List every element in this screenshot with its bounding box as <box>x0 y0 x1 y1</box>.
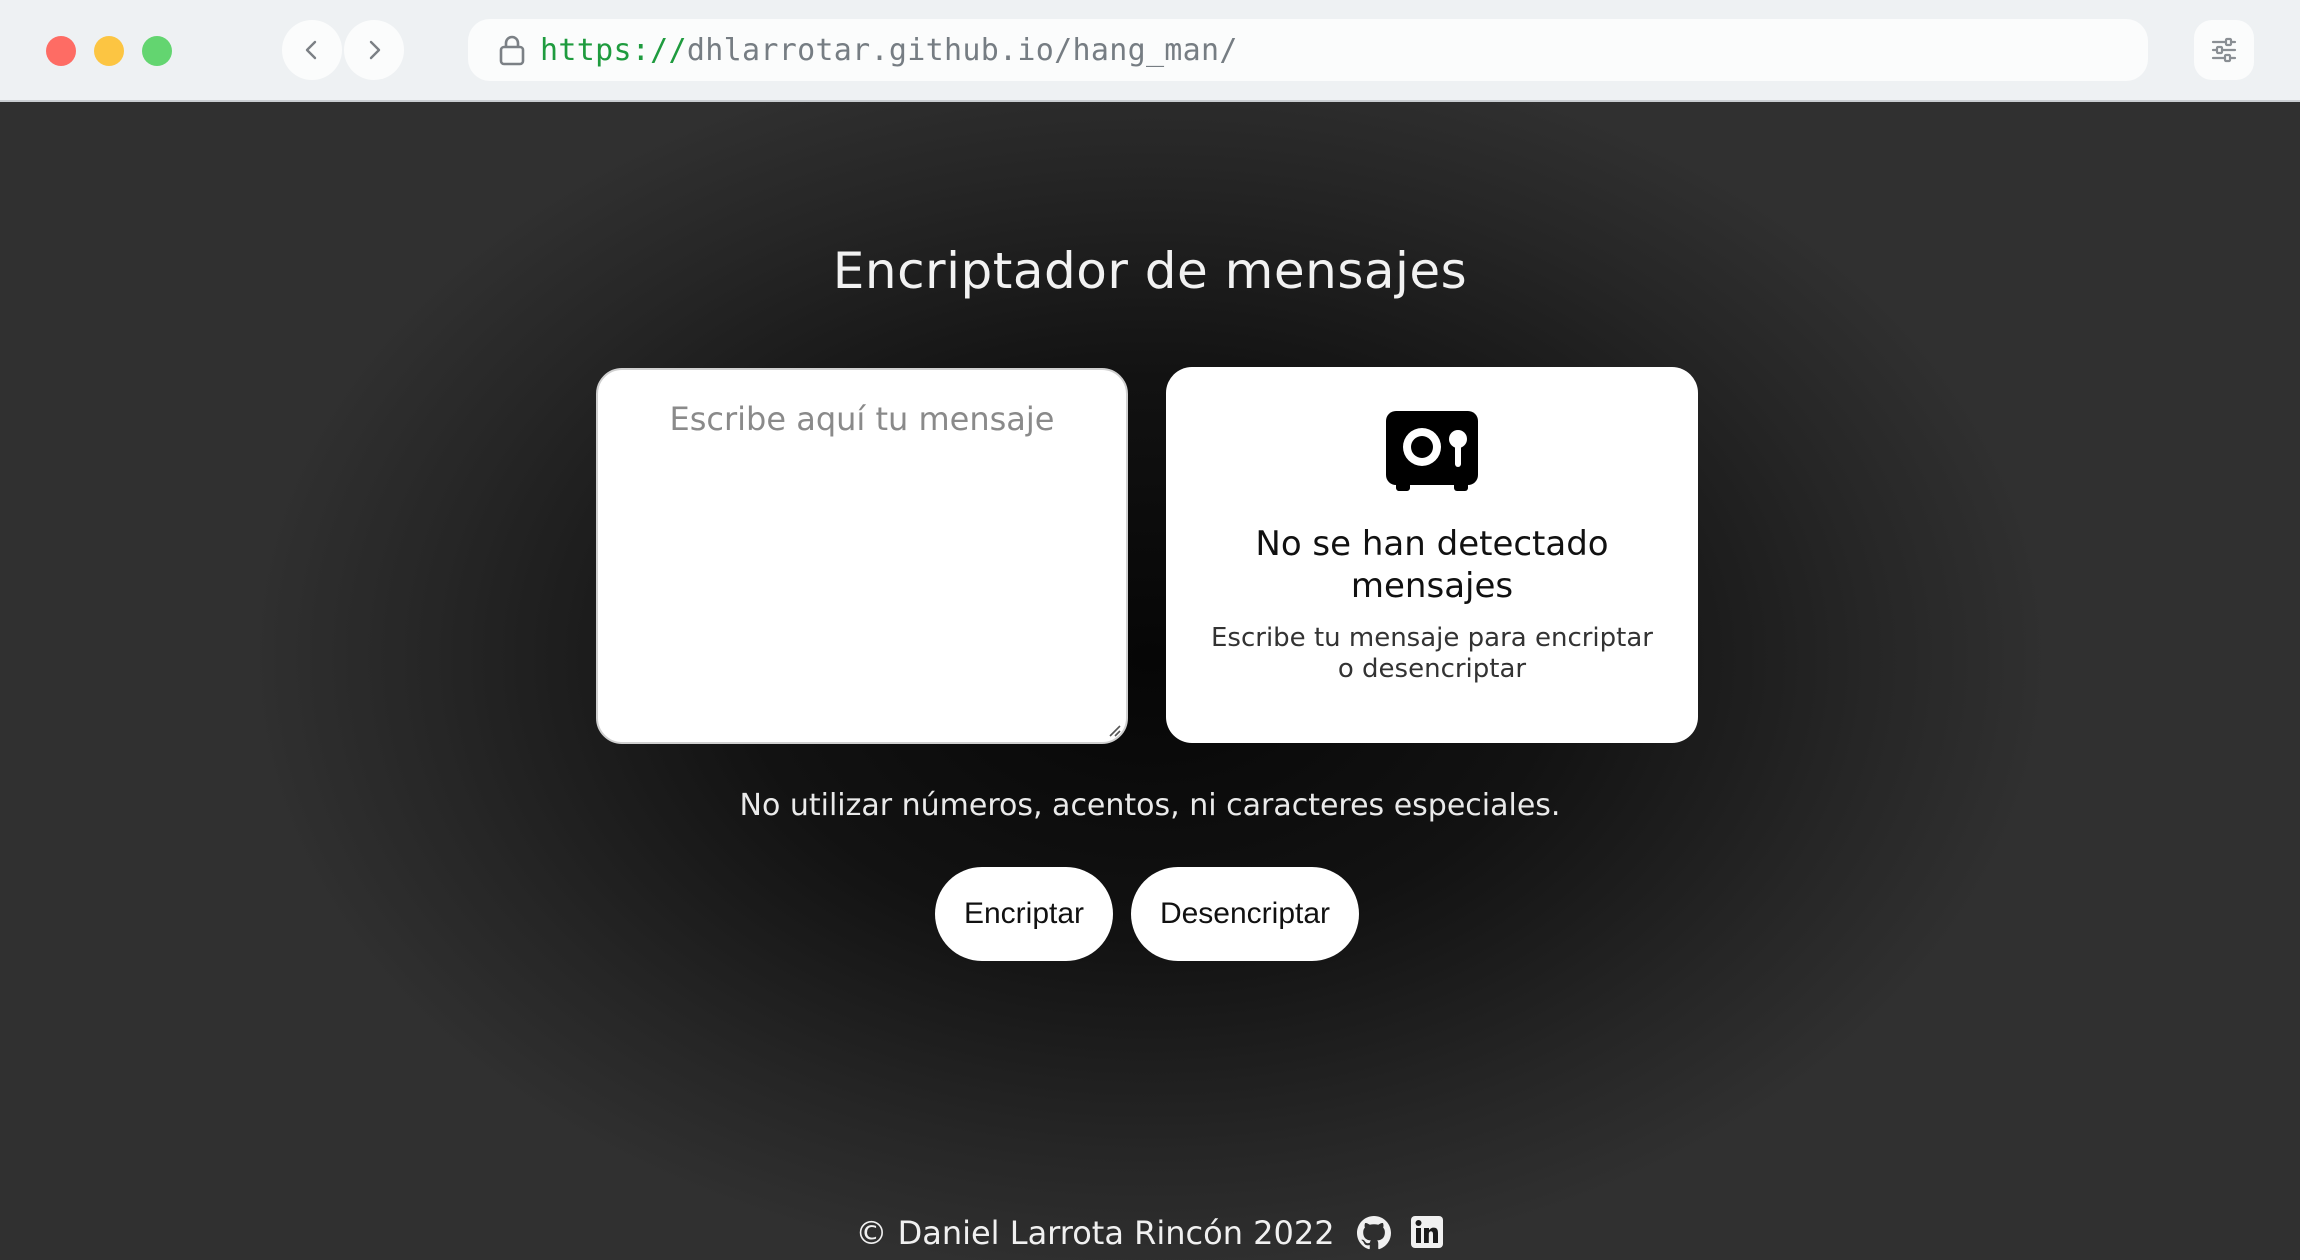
browser-toolbar: https://dhlarrotar.github.io/hang_man/ <box>0 0 2300 102</box>
forward-button[interactable] <box>344 20 404 80</box>
empty-state-title: No se han detectado mensajes <box>1255 524 1609 606</box>
copyright-text: © Daniel Larrota Rincón 2022 <box>855 1214 1335 1252</box>
message-input[interactable] <box>598 370 1126 742</box>
footer: © Daniel Larrota Rincón 2022 <box>0 1214 2300 1252</box>
minimize-window-button[interactable] <box>94 36 124 66</box>
decrypt-button[interactable]: Desencriptar <box>1131 867 1359 961</box>
linkedin-icon[interactable] <box>1410 1216 1445 1250</box>
input-hint: No utilizar números, acentos, ni caracte… <box>739 788 1561 823</box>
settings-sliders-icon <box>2211 37 2237 63</box>
url-text: https://dhlarrotar.github.io/hang_man/ <box>540 33 1238 68</box>
output-card: No se han detectado mensajes Escribe tu … <box>1166 367 1698 743</box>
url-scheme: https:// <box>540 32 687 68</box>
back-button[interactable] <box>282 20 342 80</box>
message-input-card <box>596 368 1128 744</box>
lock-icon <box>494 32 530 68</box>
maximize-window-button[interactable] <box>142 36 172 66</box>
page-title: Encriptador de mensajes <box>832 242 1468 300</box>
forward-icon <box>369 40 381 60</box>
safe-icon <box>1386 411 1478 491</box>
close-window-button[interactable] <box>46 36 76 66</box>
github-icon[interactable] <box>1356 1216 1391 1250</box>
resize-handle-icon[interactable] <box>1106 722 1122 738</box>
back-icon <box>305 40 317 60</box>
page-content: Encriptador de mensajes No se han detect… <box>0 102 2300 1260</box>
empty-state-description: Escribe tu mensaje para encriptar o dese… <box>1211 623 1653 684</box>
encrypt-button[interactable]: Encriptar <box>935 867 1113 961</box>
url-path: dhlarrotar.github.io/hang_man/ <box>686 32 1238 68</box>
address-bar[interactable]: https://dhlarrotar.github.io/hang_man/ <box>468 19 2148 81</box>
settings-button[interactable] <box>2194 20 2254 80</box>
